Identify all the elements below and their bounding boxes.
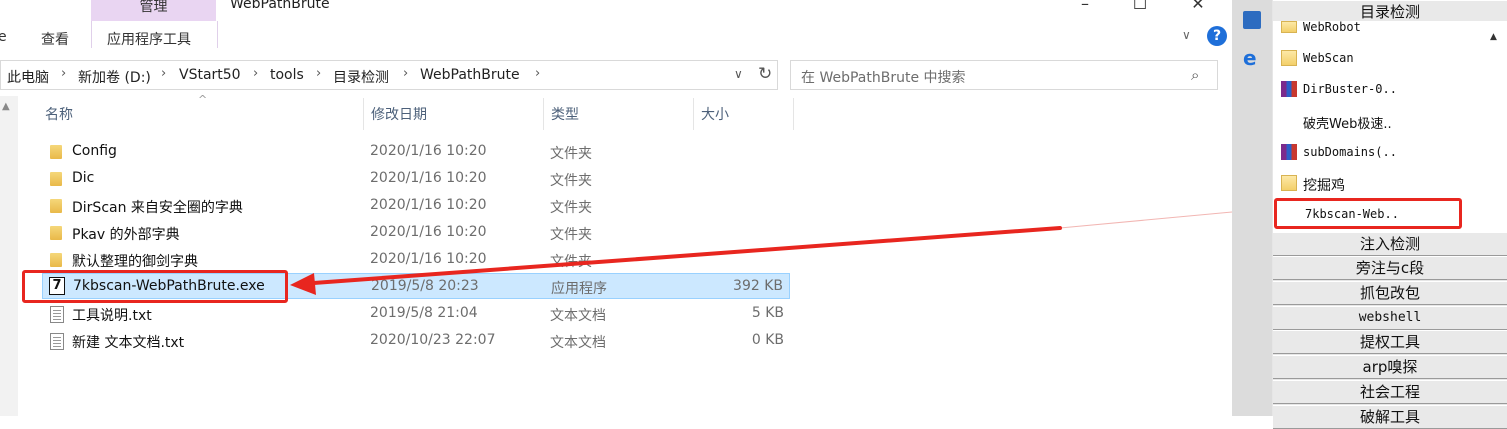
annotation-arrow bbox=[290, 211, 1233, 295]
